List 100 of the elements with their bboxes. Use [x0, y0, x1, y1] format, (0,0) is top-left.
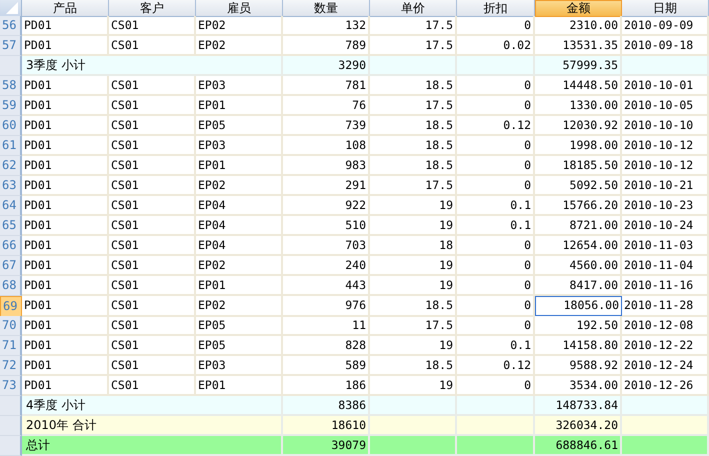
table-cell[interactable]: 2010-10-23 [622, 196, 709, 216]
table-cell[interactable]: 0 [457, 156, 535, 176]
table-cell[interactable]: PD01 [22, 236, 109, 256]
table-cell[interactable]: CS01 [109, 316, 196, 336]
table-cell[interactable]: EP03 [196, 356, 283, 376]
table-cell[interactable]: 0.12 [457, 116, 535, 136]
table-cell[interactable]: PD01 [22, 296, 109, 317]
select-all-corner[interactable] [0, 0, 22, 17]
table-cell[interactable]: 2010-12-24 [622, 356, 709, 376]
table-cell[interactable]: CS01 [109, 296, 196, 317]
table-cell[interactable]: 17.5 [370, 96, 457, 116]
table-cell[interactable]: EP01 [196, 156, 283, 176]
table-cell[interactable]: EP02 [196, 176, 283, 196]
table-cell[interactable]: 828 [283, 336, 370, 356]
table-cell[interactable]: 2310.00 [535, 16, 622, 36]
table-cell[interactable]: 76 [283, 96, 370, 116]
column-header[interactable]: 产品 [22, 0, 109, 17]
table-cell[interactable]: CS01 [109, 76, 196, 96]
table-cell[interactable]: 781 [283, 76, 370, 96]
table-cell[interactable]: 18.5 [370, 116, 457, 136]
row-number[interactable]: 73 [0, 376, 22, 396]
table-cell[interactable]: PD01 [22, 156, 109, 176]
table-cell[interactable]: 0 [457, 236, 535, 256]
table-cell[interactable]: 443 [283, 276, 370, 296]
row-number[interactable]: 65 [0, 216, 22, 236]
table-cell[interactable]: 2010-10-10 [622, 116, 709, 136]
table-cell[interactable]: 192.50 [535, 316, 622, 336]
table-cell[interactable]: PD01 [22, 256, 109, 276]
row-number[interactable]: 71 [0, 336, 22, 356]
table-cell[interactable]: 0.1 [457, 196, 535, 216]
table-cell[interactable]: CS01 [109, 336, 196, 356]
table-cell[interactable]: 12654.00 [535, 236, 622, 256]
table-cell[interactable]: CS01 [109, 356, 196, 376]
table-cell[interactable]: PD01 [22, 136, 109, 156]
table-cell[interactable]: 240 [283, 256, 370, 276]
table-cell[interactable]: PD01 [22, 336, 109, 356]
table-cell[interactable]: 0 [457, 296, 535, 317]
table-cell[interactable]: 0 [457, 96, 535, 116]
table-cell[interactable]: PD01 [22, 356, 109, 376]
table-cell[interactable]: CS01 [109, 196, 196, 216]
table-cell[interactable]: 19 [370, 276, 457, 296]
table-cell[interactable]: 983 [283, 156, 370, 176]
table-cell[interactable]: CS01 [109, 156, 196, 176]
table-cell[interactable]: 2010-11-03 [622, 236, 709, 256]
table-cell[interactable]: 739 [283, 116, 370, 136]
table-cell[interactable]: EP02 [196, 296, 283, 317]
table-cell[interactable]: EP04 [196, 236, 283, 256]
table-cell[interactable]: 18.5 [370, 136, 457, 156]
table-cell[interactable]: EP05 [196, 116, 283, 136]
table-cell[interactable]: 0 [457, 256, 535, 276]
table-cell[interactable]: PD01 [22, 176, 109, 196]
row-number[interactable]: 70 [0, 316, 22, 336]
column-header[interactable]: 数量 [283, 0, 370, 17]
table-cell[interactable]: 1330.00 [535, 96, 622, 116]
row-number[interactable]: 68 [0, 276, 22, 296]
table-cell[interactable]: 0 [457, 136, 535, 156]
table-cell[interactable]: PD01 [22, 96, 109, 116]
table-cell[interactable]: 4560.00 [535, 256, 622, 276]
row-number[interactable]: 67 [0, 256, 22, 276]
table-cell[interactable]: EP04 [196, 216, 283, 236]
table-cell[interactable]: 2010-10-12 [622, 156, 709, 176]
table-cell[interactable]: 18.5 [370, 76, 457, 96]
table-cell[interactable]: 18.5 [370, 156, 457, 176]
row-number[interactable]: 72 [0, 356, 22, 376]
column-header[interactable]: 金额 [535, 0, 622, 17]
table-cell[interactable]: 2010-10-01 [622, 76, 709, 96]
table-cell[interactable]: 2010-12-08 [622, 316, 709, 336]
row-number[interactable]: 63 [0, 176, 22, 196]
table-cell[interactable]: 2010-11-28 [622, 296, 709, 317]
table-cell[interactable]: 18185.50 [535, 156, 622, 176]
table-cell[interactable]: 2010-10-21 [622, 176, 709, 196]
table-cell[interactable]: 19 [370, 336, 457, 356]
row-number[interactable]: 58 [0, 76, 22, 96]
column-header[interactable]: 折扣 [457, 0, 535, 17]
table-cell[interactable]: 291 [283, 176, 370, 196]
table-cell[interactable]: EP01 [196, 276, 283, 296]
table-cell[interactable]: PD01 [22, 16, 109, 36]
table-cell[interactable]: 18.5 [370, 296, 457, 317]
row-number[interactable]: 57 [0, 36, 22, 56]
table-cell[interactable]: 8417.00 [535, 276, 622, 296]
table-cell[interactable]: CS01 [109, 216, 196, 236]
table-cell[interactable]: 17.5 [370, 16, 457, 36]
column-header[interactable]: 单价 [370, 0, 457, 17]
row-number[interactable]: 61 [0, 136, 22, 156]
table-cell[interactable]: 18056.00 [535, 296, 622, 316]
row-number[interactable]: 64 [0, 196, 22, 216]
table-cell[interactable]: 0 [457, 276, 535, 296]
table-cell[interactable]: 703 [283, 236, 370, 256]
row-number[interactable]: 62 [0, 156, 22, 176]
table-cell[interactable]: 2010-09-09 [622, 16, 709, 36]
table-cell[interactable]: EP01 [196, 96, 283, 116]
table-cell[interactable]: EP05 [196, 316, 283, 336]
table-cell[interactable]: 14448.50 [535, 76, 622, 96]
table-cell[interactable]: EP03 [196, 136, 283, 156]
table-cell[interactable]: EP02 [196, 256, 283, 276]
table-cell[interactable]: CS01 [109, 176, 196, 196]
table-cell[interactable]: 2010-11-04 [622, 256, 709, 276]
table-cell[interactable]: 132 [283, 16, 370, 36]
table-cell[interactable]: PD01 [22, 316, 109, 336]
table-cell[interactable]: CS01 [109, 236, 196, 256]
